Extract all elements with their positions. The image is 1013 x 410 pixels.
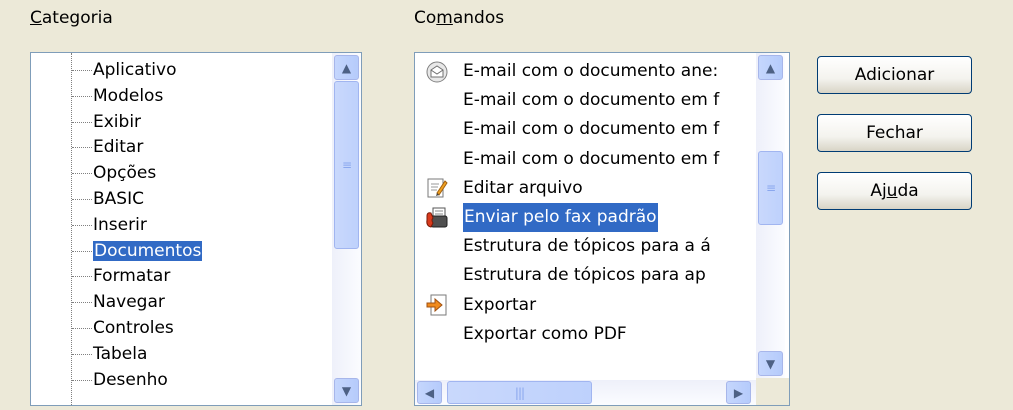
commands-label: Comandos <box>414 8 505 28</box>
command-item-label: Estrutura de tópicos para ap <box>463 265 706 286</box>
tree-branch <box>72 199 92 200</box>
chevron-right-icon: ▶ <box>733 385 744 400</box>
add-button[interactable]: Adicionar <box>817 56 972 94</box>
grip-icon: ≡ <box>341 158 352 172</box>
category-item[interactable]: BASIC <box>93 186 144 212</box>
commands-hscrollbar[interactable]: ◀ ||| ▶ <box>415 380 756 405</box>
help-button[interactable]: Ajuda <box>817 172 972 210</box>
command-item-label: E-mail com o documento ane: <box>463 61 719 81</box>
category-item-label: Opções <box>93 163 157 184</box>
category-item[interactable]: Inserir <box>93 212 147 238</box>
scroll-down-button[interactable]: ▼ <box>334 378 359 403</box>
category-item-label: Documentos <box>93 240 203 261</box>
category-list[interactable]: Aplicativo Modelos Exibir Editar Opções BASIC… <box>30 52 362 406</box>
email-icon <box>425 60 449 84</box>
grip-icon: ≡ <box>765 181 776 195</box>
category-item[interactable]: Exibir <box>93 109 141 135</box>
tree-branch <box>72 224 92 226</box>
grip-icon: ||| <box>514 385 525 400</box>
category-item-label: Editar <box>93 137 144 158</box>
commands-vscrollbar[interactable]: ▲ ≡ ▼ <box>756 53 785 378</box>
tree-branch <box>72 121 92 123</box>
category-item[interactable]: Controles <box>93 315 174 341</box>
category-item[interactable]: Desenho <box>93 367 168 393</box>
category-item[interactable]: Opções <box>93 160 156 186</box>
category-item-label: Exibir <box>93 111 142 132</box>
hscroll-thumb[interactable]: ||| <box>447 381 592 404</box>
scroll-up-button[interactable]: ▲ <box>758 55 783 80</box>
chevron-down-icon: ▼ <box>341 383 352 398</box>
category-item-label: Controles <box>93 318 174 338</box>
chevron-down-icon: ▼ <box>765 356 776 371</box>
tree-branch <box>72 302 92 304</box>
category-item[interactable]: Navegar <box>93 289 165 315</box>
add-button-label: Adicionar <box>854 65 935 85</box>
scroll-down-button[interactable]: ▼ <box>758 351 783 376</box>
chevron-left-icon: ◀ <box>424 385 435 400</box>
category-item-label: Navegar <box>93 292 165 313</box>
tree-branch <box>72 353 92 355</box>
category-item-label: Aplicativo <box>93 60 177 80</box>
category-vscrollbar[interactable]: ▲ ≡ ▼ <box>332 53 361 405</box>
export-icon <box>425 293 449 317</box>
category-item[interactable]: Modelos <box>93 83 163 109</box>
edit-file-icon <box>425 176 449 200</box>
tree-branch <box>72 379 92 381</box>
category-item-label: Tabela <box>93 343 148 364</box>
tree-branch <box>72 70 92 71</box>
category-item-label: Modelos <box>93 85 164 106</box>
tree-branch <box>72 95 92 97</box>
scroll-up-button[interactable]: ▲ <box>334 55 359 80</box>
close-button[interactable]: Fechar <box>817 114 972 152</box>
tree-branch <box>72 276 92 278</box>
category-item-label: Inserir <box>93 214 147 235</box>
command-item-label: Editar arquivo <box>463 177 583 198</box>
command-item-label: E-mail com o documento em f <box>463 119 720 140</box>
command-item-label: E-mail com o documento em f <box>463 90 720 111</box>
help-button-label: Ajuda <box>870 181 919 201</box>
tree-branch <box>72 147 92 149</box>
scroll-right-button[interactable]: ▶ <box>726 381 751 404</box>
fax-icon <box>425 206 449 230</box>
scroll-thumb[interactable]: ≡ <box>758 151 783 225</box>
command-item-label: E-mail com o documento em f <box>463 148 720 169</box>
command-item-label: Exportar como PDF <box>463 323 627 344</box>
tree-branch <box>72 250 92 252</box>
category-item-label: Desenho <box>93 369 168 390</box>
category-item-label: Formatar <box>93 266 171 287</box>
close-button-label: Fechar <box>866 123 923 143</box>
command-item-label: Enviar pelo fax padrão <box>463 203 658 233</box>
category-item-label: BASIC <box>93 189 144 209</box>
command-item-label: Exportar <box>463 294 537 315</box>
commands-list[interactable]: E-mail com o documento ane: E-mail com o … <box>414 52 790 406</box>
scroll-left-button[interactable]: ◀ <box>417 381 442 404</box>
category-item[interactable]: Formatar <box>93 263 170 289</box>
chevron-up-icon: ▲ <box>341 60 352 75</box>
chevron-up-icon: ▲ <box>765 60 776 75</box>
scroll-thumb[interactable]: ≡ <box>334 81 359 249</box>
command-item-label: Estrutura de tópicos para a á <box>463 236 711 257</box>
category-item[interactable]: Documentos <box>93 238 203 264</box>
category-label: Categoria <box>30 8 113 28</box>
scroll-corner <box>756 378 789 405</box>
category-item[interactable]: Editar <box>93 134 143 160</box>
tree-branch <box>72 328 92 329</box>
category-item[interactable]: Aplicativo <box>93 57 176 83</box>
tree-branch <box>72 173 92 175</box>
category-item[interactable]: Tabela <box>93 341 147 367</box>
